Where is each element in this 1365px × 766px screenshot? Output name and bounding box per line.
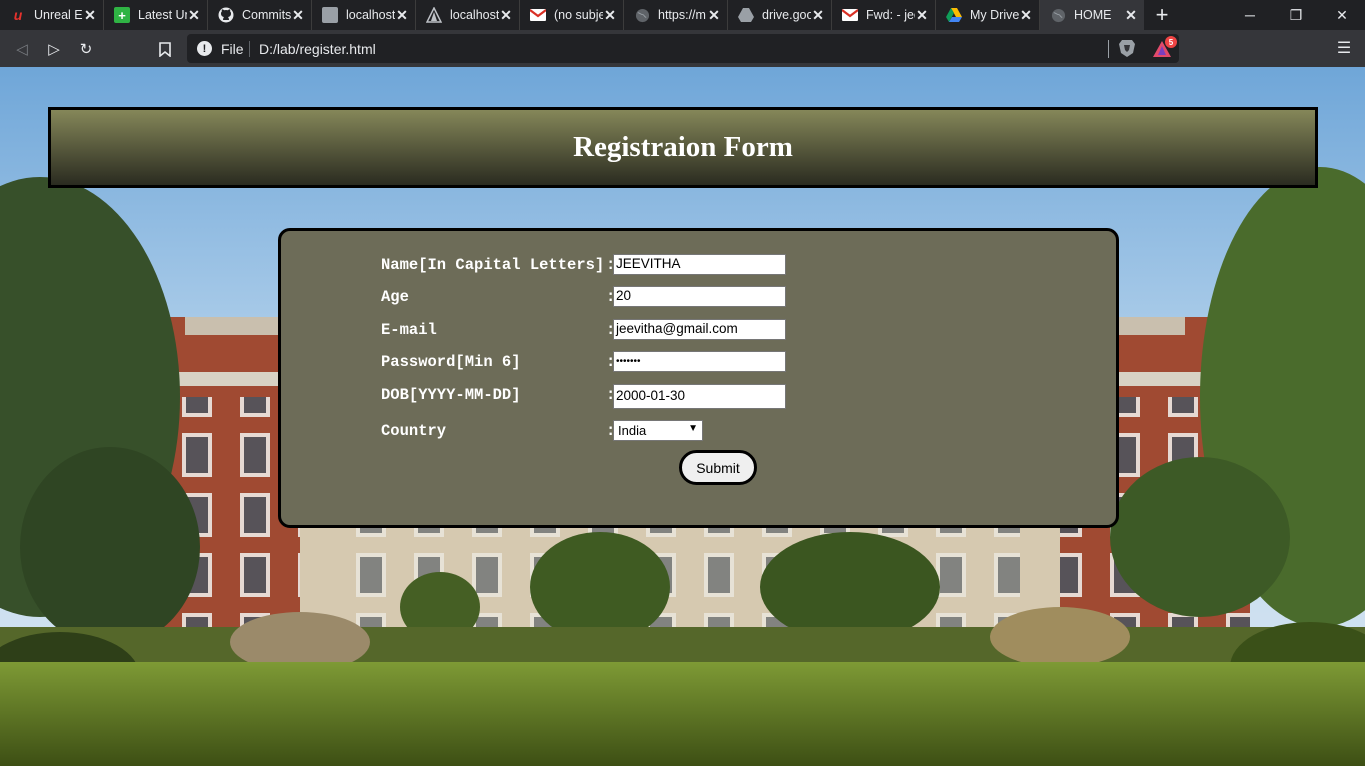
tab-title: https://m bbox=[658, 8, 706, 22]
form-row-dob: DOB[YYYY-MM-DD] : 2000-01-30 bbox=[381, 384, 801, 409]
menu-icon[interactable]: ☰ bbox=[1334, 38, 1354, 58]
new-tab-button[interactable]: + bbox=[1144, 0, 1180, 30]
drive-gray-icon bbox=[738, 7, 754, 23]
close-icon[interactable]: ✕ bbox=[603, 7, 617, 24]
tab-commits[interactable]: Commits ✕ bbox=[208, 0, 312, 30]
registration-form: Name[In Capital Letters] : JEEVITHA Age … bbox=[278, 228, 1119, 528]
url-scheme-label: File bbox=[221, 41, 244, 57]
phpmyadmin-icon bbox=[322, 7, 338, 23]
gmail-icon bbox=[842, 7, 858, 23]
tab-https[interactable]: https://m ✕ bbox=[624, 0, 728, 30]
close-icon[interactable]: ✕ bbox=[187, 7, 201, 24]
tab-localhost-1[interactable]: localhost ✕ bbox=[312, 0, 416, 30]
tab-title: localhost bbox=[450, 8, 499, 22]
form-row-name: Name[In Capital Letters] : JEEVITHA bbox=[381, 254, 801, 278]
close-icon[interactable]: ✕ bbox=[707, 7, 721, 24]
browser-toolbar: ◁ ▷ ↻ ! File D:/lab/register.html 5 ☰ bbox=[0, 30, 1365, 67]
country-label: Country bbox=[381, 422, 447, 440]
dob-input[interactable]: 2000-01-30 bbox=[613, 384, 786, 409]
tab-title: Commits bbox=[242, 8, 291, 22]
tab-drive-goo[interactable]: drive.goo ✕ bbox=[728, 0, 832, 30]
tab-title: Unreal En bbox=[34, 8, 83, 22]
address-bar[interactable]: ! File D:/lab/register.html 5 bbox=[187, 34, 1179, 63]
tab-title: Latest Un bbox=[138, 8, 187, 22]
close-icon[interactable]: ✕ bbox=[83, 7, 97, 24]
email-input[interactable]: jeevitha@gmail.com bbox=[613, 319, 786, 340]
close-icon[interactable]: ✕ bbox=[499, 7, 513, 24]
tab-latest[interactable]: + Latest Un ✕ bbox=[104, 0, 208, 30]
brave-shield-icon[interactable] bbox=[1118, 39, 1136, 58]
minimize-icon[interactable]: ─ bbox=[1227, 0, 1273, 30]
forward-icon[interactable]: ▷ bbox=[43, 38, 65, 60]
globe-icon bbox=[1050, 7, 1066, 23]
tab-strip: u Unreal En ✕ + Latest Un ✕ Commits ✕ lo… bbox=[0, 0, 1365, 30]
back-icon[interactable]: ◁ bbox=[11, 38, 33, 60]
rewards-badge: 5 bbox=[1165, 36, 1177, 48]
url-text[interactable]: D:/lab/register.html bbox=[259, 41, 376, 57]
triangle-icon bbox=[426, 7, 442, 23]
tab-title: Fwd: - jee bbox=[866, 8, 915, 22]
reload-icon[interactable]: ↻ bbox=[75, 38, 97, 60]
tab-unreal[interactable]: u Unreal En ✕ bbox=[0, 0, 104, 30]
globe-icon bbox=[634, 7, 650, 23]
age-label: Age bbox=[381, 288, 409, 306]
form-row-age: Age : 20 bbox=[381, 286, 801, 310]
email-label: E-mail bbox=[381, 321, 437, 339]
tab-title: (no subje bbox=[554, 8, 603, 22]
form-row-password: Password[Min 6] : ••••••• bbox=[381, 351, 801, 375]
google-drive-icon bbox=[946, 7, 962, 23]
name-label: Name[In Capital Letters] bbox=[381, 256, 605, 274]
close-icon[interactable]: ✕ bbox=[811, 7, 825, 24]
tab-title: My Drive bbox=[970, 8, 1019, 22]
close-icon[interactable]: ✕ bbox=[395, 7, 409, 24]
page-viewport: Registraion Form Name[In Capital Letters… bbox=[0, 67, 1365, 766]
close-icon[interactable]: ✕ bbox=[1019, 7, 1033, 24]
page-title: Registraion Form bbox=[573, 131, 793, 163]
dob-label: DOB[YYYY-MM-DD] bbox=[381, 386, 521, 404]
tab-localhost-2[interactable]: localhost ✕ bbox=[416, 0, 520, 30]
close-icon[interactable]: ✕ bbox=[291, 7, 305, 24]
tab-gmail-2[interactable]: Fwd: - jee ✕ bbox=[832, 0, 936, 30]
header-banner: Registraion Form bbox=[48, 107, 1318, 188]
dropdown-arrow-icon: ▼ bbox=[688, 423, 698, 434]
gmail-icon bbox=[530, 7, 546, 23]
omnibox-separator bbox=[249, 41, 250, 57]
plus-green-icon: + bbox=[114, 7, 130, 23]
tab-title: HOME bbox=[1074, 8, 1112, 22]
country-select[interactable]: India ▼ bbox=[613, 420, 703, 441]
omnibox-divider bbox=[1108, 40, 1109, 58]
close-icon[interactable]: ✕ bbox=[915, 7, 929, 24]
restore-icon[interactable]: ❐ bbox=[1273, 0, 1319, 30]
form-row-email: E-mail : jeevitha@gmail.com bbox=[381, 319, 801, 343]
password-input[interactable]: ••••••• bbox=[613, 351, 786, 372]
github-icon bbox=[218, 7, 234, 23]
password-label: Password[Min 6] bbox=[381, 353, 521, 371]
country-selected-value: India bbox=[618, 423, 647, 438]
form-row-country: Country : India ▼ bbox=[381, 420, 801, 444]
window-close-icon[interactable]: ✕ bbox=[1319, 0, 1365, 30]
tab-title: drive.goo bbox=[762, 8, 811, 22]
submit-button[interactable]: Submit bbox=[679, 450, 757, 485]
age-input[interactable]: 20 bbox=[613, 286, 786, 307]
bookmark-icon[interactable] bbox=[154, 38, 176, 60]
tab-my-drive[interactable]: My Drive ✕ bbox=[936, 0, 1040, 30]
tab-home[interactable]: HOME ✕ bbox=[1040, 0, 1144, 30]
unreal-icon: u bbox=[13, 7, 23, 23]
name-input[interactable]: JEEVITHA bbox=[613, 254, 786, 275]
info-icon[interactable]: ! bbox=[197, 41, 212, 56]
tab-gmail-1[interactable]: (no subje ✕ bbox=[520, 0, 624, 30]
close-icon[interactable]: ✕ bbox=[1124, 7, 1138, 24]
tab-title: localhost bbox=[346, 8, 395, 22]
